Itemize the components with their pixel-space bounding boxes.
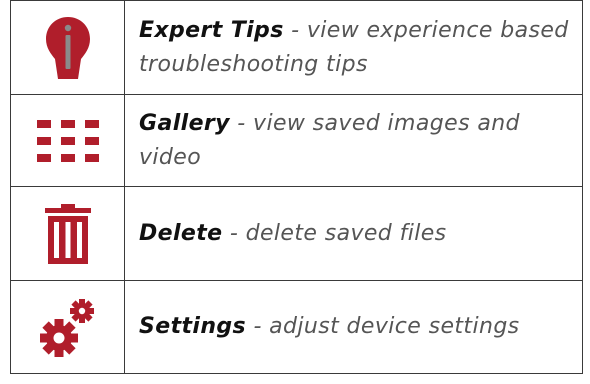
icon-cell xyxy=(10,186,125,281)
legend-title: Expert Tips xyxy=(139,17,284,43)
legend-row-expert-tips: Expert Tips - view experience based trou… xyxy=(10,0,583,95)
legend-title: Gallery xyxy=(139,110,230,136)
legend-title: Delete xyxy=(139,220,223,246)
gallery-grid-icon xyxy=(11,119,124,162)
legend-text: Expert Tips - view experience based trou… xyxy=(124,0,583,95)
icon-cell xyxy=(10,0,125,95)
gears-icon xyxy=(11,297,124,357)
expert-tips-icon xyxy=(11,15,124,81)
legend-text: Settings - adjust device settings xyxy=(124,280,583,374)
legend-description: - adjust device settings xyxy=(246,314,520,339)
legend-description: - delete saved files xyxy=(222,220,447,246)
trash-icon xyxy=(11,203,124,264)
legend-text: Delete - delete saved files xyxy=(124,186,583,281)
legend-title: Settings xyxy=(139,314,247,339)
icon-cell xyxy=(10,94,125,187)
legend-row-gallery: Gallery - view saved images and video xyxy=(10,94,583,187)
legend-text: Gallery - view saved images and video xyxy=(124,94,583,187)
legend-row-delete: Delete - delete saved files xyxy=(10,186,583,281)
legend-row-settings: Settings - adjust device settings xyxy=(10,280,583,374)
icon-cell xyxy=(10,280,125,374)
icon-legend-table: Expert Tips - view experience based trou… xyxy=(10,0,583,374)
